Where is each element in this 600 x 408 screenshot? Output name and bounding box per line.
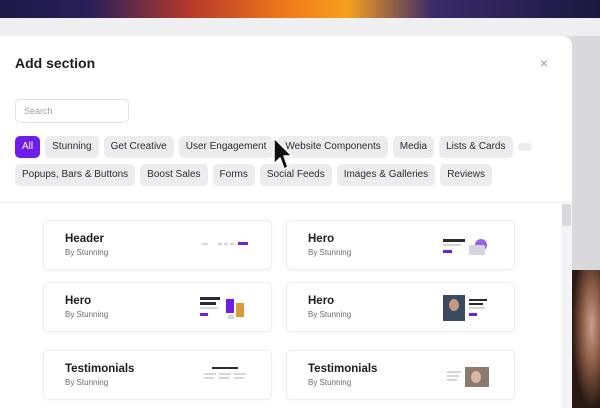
section-card-hero-2[interactable]: Hero By Stunning bbox=[43, 282, 272, 332]
filter-chip-media[interactable]: Media bbox=[392, 136, 435, 158]
section-card-testimonials-2[interactable]: Testimonials By Stunning bbox=[286, 350, 515, 400]
filter-chip-all[interactable]: All bbox=[15, 136, 41, 158]
card-author: By Stunning bbox=[65, 378, 109, 387]
scrollbar-thumb[interactable] bbox=[562, 204, 571, 226]
add-section-modal: Add section × All Stunning Get Creative … bbox=[0, 36, 572, 408]
filter-row-2: Popups, Bars & Buttons Boost Sales Forms… bbox=[15, 164, 492, 186]
card-author: By Stunning bbox=[308, 248, 352, 257]
scrollbar-track[interactable] bbox=[561, 204, 572, 408]
testimonials-thumbnail bbox=[204, 365, 246, 385]
section-card-header[interactable]: Header By Stunning bbox=[43, 220, 272, 270]
card-title: Hero bbox=[308, 233, 335, 245]
filter-chip-popups[interactable]: Popups, Bars & Buttons bbox=[15, 164, 136, 186]
filter-chip-social-feeds[interactable]: Social Feeds bbox=[259, 164, 332, 186]
section-card-hero-3[interactable]: Hero By Stunning bbox=[286, 282, 515, 332]
search-input[interactable] bbox=[15, 99, 129, 123]
divider bbox=[0, 202, 572, 203]
hero-thumbnail bbox=[441, 293, 493, 325]
card-title: Hero bbox=[65, 295, 92, 307]
filter-chip-get-creative[interactable]: Get Creative bbox=[103, 136, 174, 158]
section-card-hero-1[interactable]: Hero By Stunning bbox=[286, 220, 515, 270]
backdrop-bar bbox=[0, 18, 600, 36]
card-title: Testimonials bbox=[308, 363, 378, 375]
filter-chip-user-engagement[interactable]: User Engagement bbox=[178, 136, 274, 158]
filter-chip-lists-cards[interactable]: Lists & Cards bbox=[439, 136, 513, 158]
filter-chip-website-components[interactable]: Website Components bbox=[278, 136, 388, 158]
hero-thumbnail bbox=[200, 295, 250, 323]
filter-chip-reviews[interactable]: Reviews bbox=[440, 164, 492, 186]
filter-chip-stunning[interactable]: Stunning bbox=[45, 136, 99, 158]
filter-chip-overflow[interactable] bbox=[517, 143, 532, 151]
card-author: By Stunning bbox=[65, 310, 109, 319]
header-thumbnail bbox=[202, 241, 248, 247]
mouse-cursor-icon bbox=[273, 137, 293, 170]
testimonials-thumbnail bbox=[447, 367, 491, 389]
card-title: Testimonials bbox=[65, 363, 135, 375]
hero-thumbnail bbox=[441, 235, 491, 259]
backdrop-photo bbox=[572, 270, 600, 408]
filter-chip-forms[interactable]: Forms bbox=[212, 164, 255, 186]
modal-title: Add section bbox=[15, 55, 96, 71]
card-author: By Stunning bbox=[65, 248, 109, 257]
card-title: Hero bbox=[308, 295, 335, 307]
close-icon[interactable]: × bbox=[537, 56, 551, 70]
card-author: By Stunning bbox=[308, 310, 352, 319]
section-card-testimonials-1[interactable]: Testimonials By Stunning bbox=[43, 350, 272, 400]
card-author: By Stunning bbox=[308, 378, 352, 387]
card-title: Header bbox=[65, 233, 104, 245]
filter-chip-images-galleries[interactable]: Images & Galleries bbox=[336, 164, 436, 186]
filter-chip-boost-sales[interactable]: Boost Sales bbox=[140, 164, 208, 186]
